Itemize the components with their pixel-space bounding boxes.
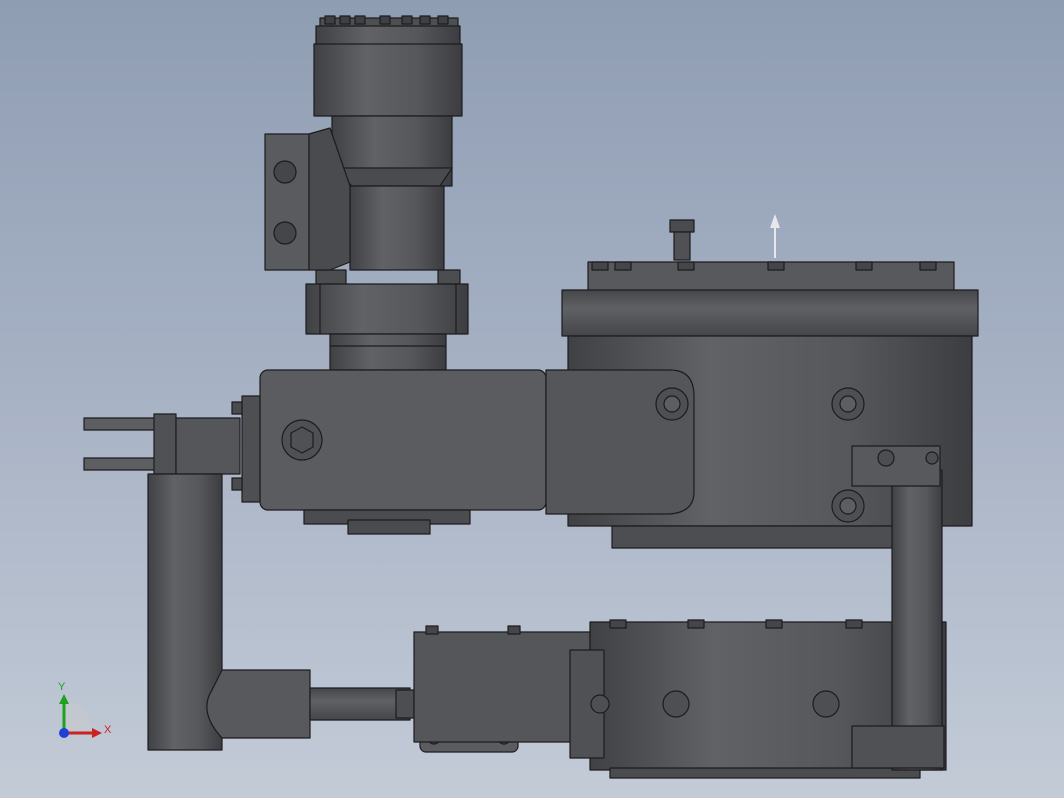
terminal-box[interactable] [264,127,351,271]
assembly-model[interactable]: Y X [0,0,1064,798]
gripper-fingers[interactable] [83,413,241,475]
connecting-rod[interactable] [309,687,415,721]
coordinate-triad: Y X [58,681,112,738]
cad-graphics-viewport[interactable]: Y X [0,0,1064,798]
y-axis-label: Y [58,681,66,693]
arrow-up-icon [770,214,780,258]
horizontal-arm[interactable] [231,369,695,535]
vent-plug[interactable] [669,219,695,261]
x-axis-label: X [104,724,112,736]
left-vertical-post[interactable] [147,473,311,751]
z-axis-icon [59,728,69,738]
